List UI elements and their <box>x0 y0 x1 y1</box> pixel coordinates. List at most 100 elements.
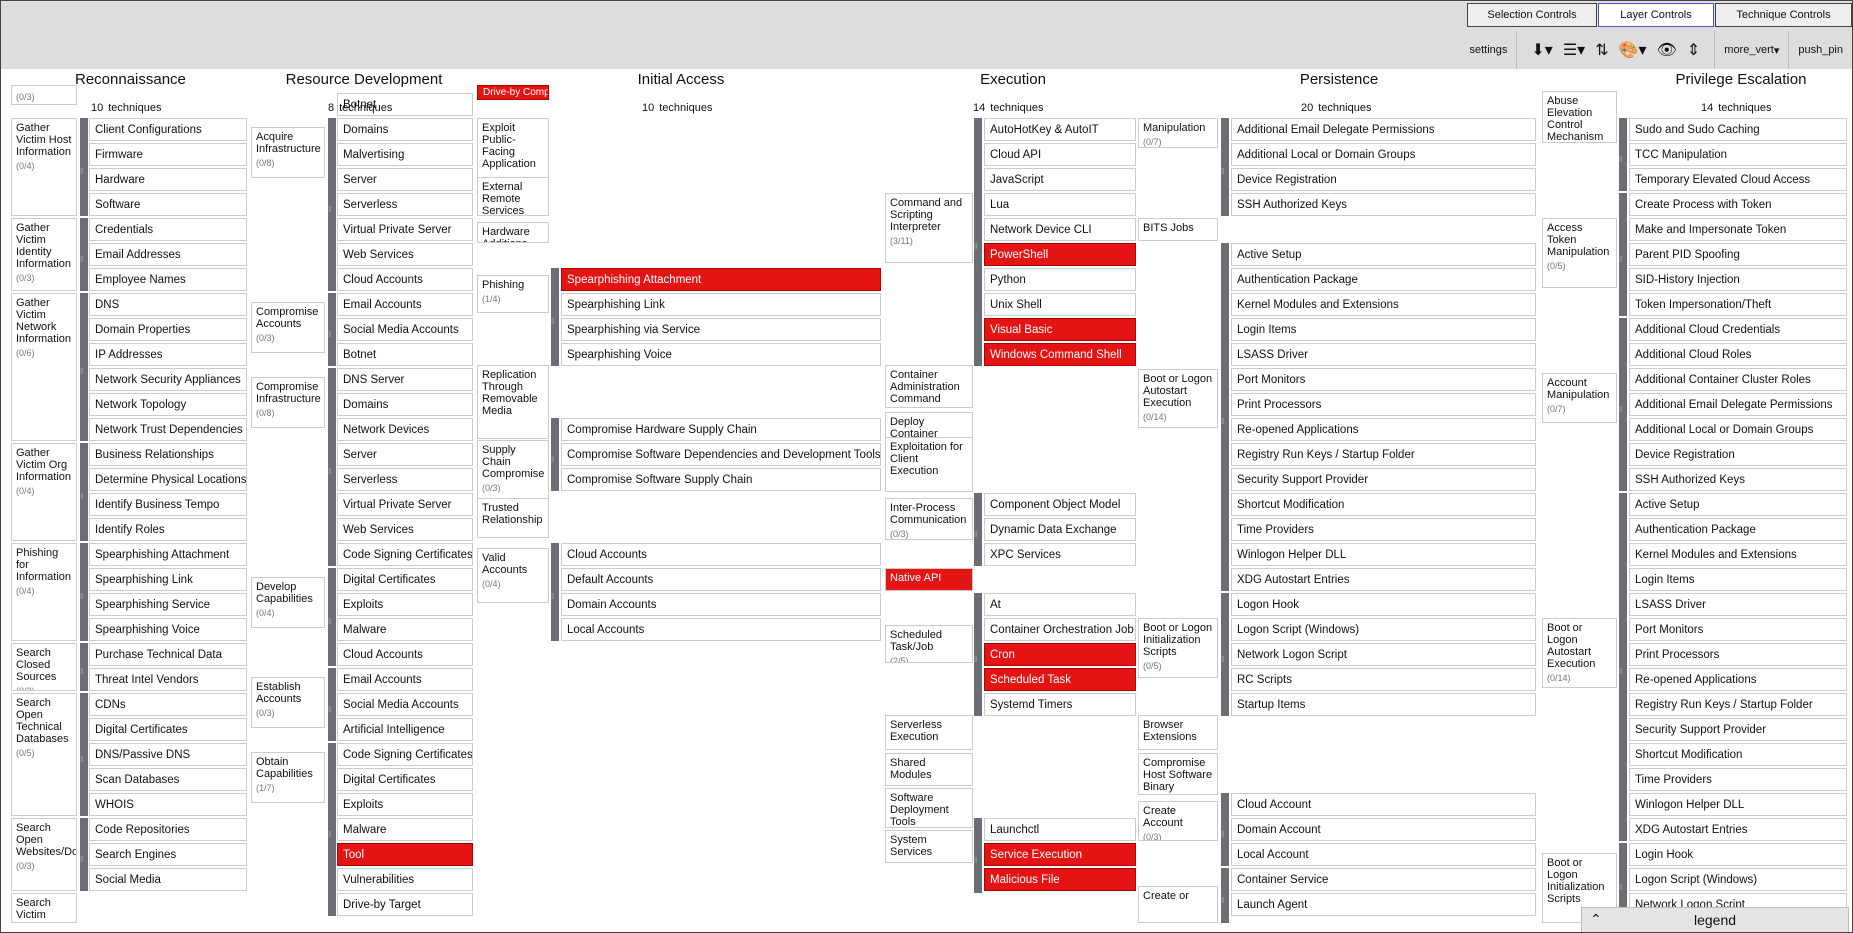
subtechnique-malvertising[interactable]: Malvertising <box>337 143 473 166</box>
technique-search-victim[interactable]: Search Victim <box>11 893 77 923</box>
tab-layer-controls[interactable]: Layer Controls <box>1598 3 1714 27</box>
subtechnique-toggle-handle[interactable] <box>551 268 559 366</box>
subtechnique-threat-intel-vendors[interactable]: Threat Intel Vendors <box>89 668 247 691</box>
subtechnique-ssh-authorized-keys[interactable]: SSH Authorized Keys <box>1629 468 1847 491</box>
subtechnique-login-hook[interactable]: Login Hook <box>1629 843 1847 866</box>
technique-establish-accounts[interactable]: Establish Accounts (0/3) <box>251 677 325 728</box>
subtechnique-winlogon-helper-dll[interactable]: Winlogon Helper DLL <box>1629 793 1847 816</box>
subtechnique-toggle-handle[interactable] <box>80 293 88 441</box>
subtechnique-identify-business-tempo[interactable]: Identify Business Tempo <box>89 493 247 516</box>
subtechnique-dynamic-data-exchange[interactable]: Dynamic Data Exchange <box>984 518 1136 541</box>
subtechnique-startup-items[interactable]: Startup Items <box>1231 693 1536 716</box>
subtechnique-javascript[interactable]: JavaScript <box>984 168 1136 191</box>
subtechnique-network-topology[interactable]: Network Topology <box>89 393 247 416</box>
tactic-header-resource-development[interactable]: Resource Development <box>284 71 444 88</box>
subtechnique-kernel-modules-and-extensions[interactable]: Kernel Modules and Extensions <box>1629 543 1847 566</box>
subtechnique-container-orchestration-job[interactable]: Container Orchestration Job <box>984 618 1136 641</box>
subtechnique-scheduled-task[interactable]: Scheduled Task <box>984 668 1136 691</box>
technique-gather-victim-network-information[interactable]: Gather Victim Network Information (0/6) <box>11 293 77 441</box>
subtechnique-toggle-handle[interactable] <box>80 218 88 291</box>
subtechnique-digital-certificates[interactable]: Digital Certificates <box>337 568 473 591</box>
technique-command-and-scripting-interpreter[interactable]: Command and Scripting Interpreter (3/11) <box>885 193 973 263</box>
technique-search-open-technical-databases[interactable]: Search Open Technical Databases (0/5) <box>11 693 77 816</box>
subtechnique-toggle-handle[interactable] <box>1221 868 1229 923</box>
subtechnique-vulnerabilities[interactable]: Vulnerabilities <box>337 868 473 891</box>
subtechnique-hardware[interactable]: Hardware <box>89 168 247 191</box>
subtechnique-toggle-handle[interactable] <box>974 493 982 566</box>
subtechnique-toggle-handle[interactable] <box>328 668 336 741</box>
subtechnique-email-addresses[interactable]: Email Addresses <box>89 243 247 266</box>
subtechnique-malicious-file[interactable]: Malicious File <box>984 868 1136 891</box>
subtechnique-login-items[interactable]: Login Items <box>1231 318 1536 341</box>
subtechnique-client-configurations[interactable]: Client Configurations <box>89 118 247 141</box>
subtechnique-network-security-appliances[interactable]: Network Security Appliances <box>89 368 247 391</box>
subtechnique-ip-addresses[interactable]: IP Addresses <box>89 343 247 366</box>
subtechnique-visual-basic[interactable]: Visual Basic <box>984 318 1136 341</box>
subtechnique-python[interactable]: Python <box>984 268 1136 291</box>
subtechnique-spearphishing-link[interactable]: Spearphishing Link <box>89 568 247 591</box>
subtechnique-toggle-handle[interactable] <box>80 643 88 691</box>
subtechnique-dns[interactable]: DNS <box>89 293 247 316</box>
subtechnique-network-devices[interactable]: Network Devices <box>337 418 473 441</box>
technique-serverless-execution[interactable]: Serverless Execution <box>885 715 973 750</box>
subtechnique-autohotkey-autoit[interactable]: AutoHotKey & AutoIT <box>984 118 1136 141</box>
subtechnique-employee-names[interactable]: Employee Names <box>89 268 247 291</box>
subtechnique-cloud-accounts[interactable]: Cloud Accounts <box>337 643 473 666</box>
technique-hardware-additions[interactable]: Hardware Additions <box>477 222 549 243</box>
subtechnique-toggle-handle[interactable] <box>551 543 559 641</box>
subtechnique-make-and-impersonate-token[interactable]: Make and Impersonate Token <box>1629 218 1847 241</box>
subtechnique-firmware[interactable]: Firmware <box>89 143 247 166</box>
subtechnique-scan-databases[interactable]: Scan Databases <box>89 768 247 791</box>
subtechnique-email-accounts[interactable]: Email Accounts <box>337 668 473 691</box>
subtechnique-sudo-and-sudo-caching[interactable]: Sudo and Sudo Caching <box>1629 118 1847 141</box>
subtechnique-unix-shell[interactable]: Unix Shell <box>984 293 1136 316</box>
subtechnique-artificial-intelligence[interactable]: Artificial Intelligence <box>337 718 473 741</box>
technique-search-open-websites-domains[interactable]: Search Open Websites/Domains (0/3) <box>11 818 77 891</box>
technique-partial[interactable]: (0/3) <box>11 85 77 105</box>
subtechnique-purchase-technical-data[interactable]: Purchase Technical Data <box>89 643 247 666</box>
subtechnique-lua[interactable]: Lua <box>984 193 1136 216</box>
technique-abuse-elevation-control-mechanism[interactable]: Abuse Elevation Control Mechanism(0/6) <box>1542 91 1617 143</box>
subtechnique-dns-server[interactable]: DNS Server <box>337 368 473 391</box>
subtechnique-network-device-cli[interactable]: Network Device CLI <box>984 218 1136 241</box>
technique-native-api[interactable]: Native API <box>885 568 973 591</box>
subtechnique-cloud-accounts[interactable]: Cloud Accounts <box>561 543 881 566</box>
subtechnique-device-registration[interactable]: Device Registration <box>1629 443 1847 466</box>
subtechnique-registry-run-keys-startup-folder[interactable]: Registry Run Keys / Startup Folder <box>1629 693 1847 716</box>
subtechnique-shortcut-modification[interactable]: Shortcut Modification <box>1629 743 1847 766</box>
subtechnique-print-processors[interactable]: Print Processors <box>1231 393 1536 416</box>
subtechnique-toggle-handle[interactable] <box>974 593 982 716</box>
subtechnique-tool[interactable]: Tool <box>337 843 473 866</box>
tactic-header-persistence[interactable]: Persistence <box>1289 71 1389 88</box>
subtechnique-winlogon-helper-dll[interactable]: Winlogon Helper DLL <box>1231 543 1536 566</box>
technique-inter-process-communication[interactable]: Inter-Process Communication (0/3) <box>885 498 973 540</box>
subtechnique-network-trust-dependencies[interactable]: Network Trust Dependencies <box>89 418 247 441</box>
subtechnique-additional-local-or-domain-groups[interactable]: Additional Local or Domain Groups <box>1629 418 1847 441</box>
subtechnique-domains[interactable]: Domains <box>337 118 473 141</box>
subtechnique-security-support-provider[interactable]: Security Support Provider <box>1629 718 1847 741</box>
subtechnique-toggle-handle[interactable] <box>1619 493 1627 841</box>
subtechnique-botnet[interactable]: Botnet <box>337 343 473 366</box>
subtechnique-toggle-handle[interactable] <box>1619 193 1627 316</box>
subtechnique-launch-agent[interactable]: Launch Agent <box>1231 893 1536 916</box>
subtechnique-spearphishing-via-service[interactable]: Spearphishing via Service <box>561 318 881 341</box>
subtechnique-toggle-handle[interactable] <box>80 118 88 216</box>
subtechnique-code-repositories[interactable]: Code Repositories <box>89 818 247 841</box>
subtechnique-shortcut-modification[interactable]: Shortcut Modification <box>1231 493 1536 516</box>
subtechnique-xdg-autostart-entries[interactable]: XDG Autostart Entries <box>1231 568 1536 591</box>
subtechnique-authentication-package[interactable]: Authentication Package <box>1231 268 1536 291</box>
subtechnique-code-signing-certificates[interactable]: Code Signing Certificates <box>337 543 473 566</box>
subtechnique-identify-roles[interactable]: Identify Roles <box>89 518 247 541</box>
subtechnique-whois[interactable]: WHOIS <box>89 793 247 816</box>
subtechnique-malware[interactable]: Malware <box>337 618 473 641</box>
tab-selection-controls[interactable]: Selection Controls <box>1467 3 1597 27</box>
subtechnique-powershell[interactable]: PowerShell <box>984 243 1136 266</box>
subtechnique-logon-hook[interactable]: Logon Hook <box>1231 593 1536 616</box>
subtechnique-software[interactable]: Software <box>89 193 247 216</box>
expand-icon[interactable]: ⇕ <box>1687 40 1700 60</box>
subtechnique-cdns[interactable]: CDNs <box>89 693 247 716</box>
subtechnique-domain-properties[interactable]: Domain Properties <box>89 318 247 341</box>
tactic-header-privilege-escalation[interactable]: Privilege Escalation <box>1671 71 1811 88</box>
subtechnique-active-setup[interactable]: Active Setup <box>1629 493 1847 516</box>
subtechnique-social-media-accounts[interactable]: Social Media Accounts <box>337 318 473 341</box>
